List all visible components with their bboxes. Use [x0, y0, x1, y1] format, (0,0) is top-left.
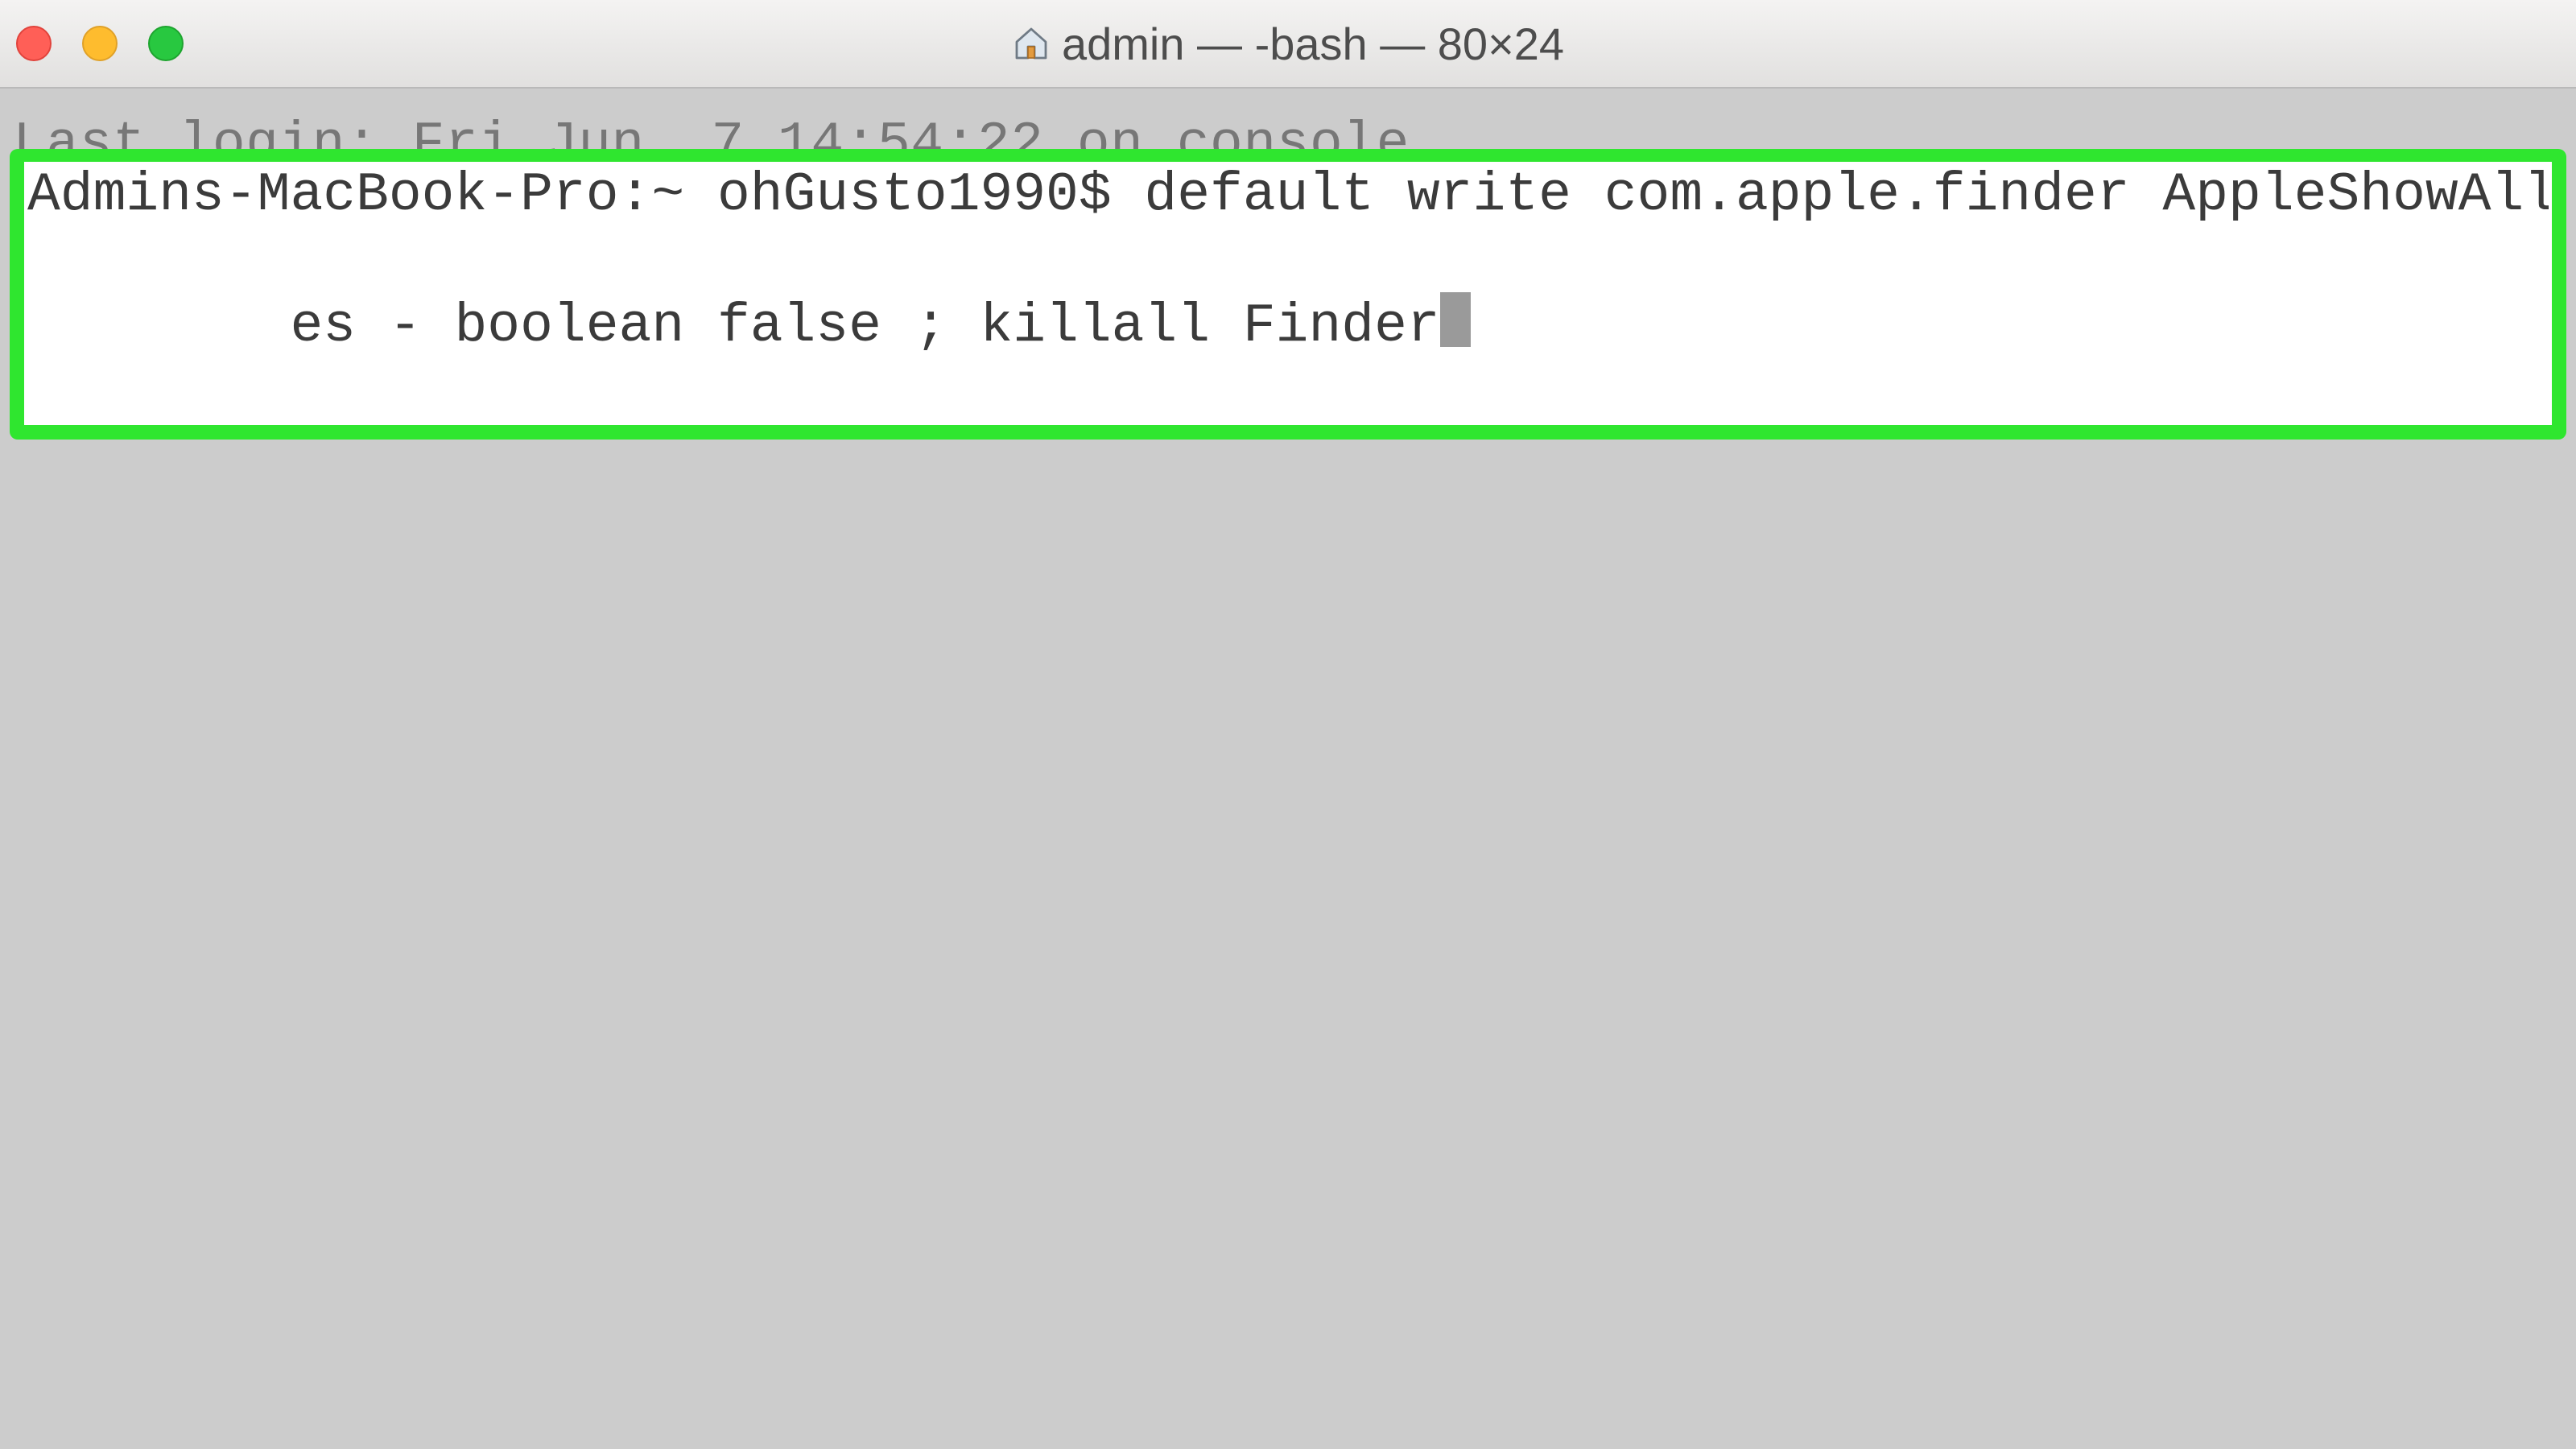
command-box: Admins-MacBook-Pro:~ ohGusto1990$ defaul… — [24, 162, 2552, 425]
home-folder-icon — [1012, 24, 1051, 63]
text-cursor — [1440, 292, 1471, 347]
command-line-2[interactable]: es - boolean false ; killall Finder — [27, 228, 2549, 423]
window-title-text: admin — -bash — 80×24 — [1062, 18, 1564, 70]
traffic-lights — [16, 26, 184, 61]
command-line-2-text: es - boolean false ; killall Finder — [290, 295, 1439, 357]
terminal-area[interactable]: Last login: Fri Jun 7 14:54:22 on consol… — [0, 89, 2576, 1449]
window-titlebar: admin — -bash — 80×24 — [0, 0, 2576, 89]
close-window-button[interactable] — [16, 26, 52, 61]
window-title: admin — -bash — 80×24 — [1012, 18, 1564, 70]
command-line-1[interactable]: Admins-MacBook-Pro:~ ohGusto1990$ defaul… — [27, 163, 2549, 228]
highlighted-command-band: Admins-MacBook-Pro:~ ohGusto1990$ defaul… — [10, 149, 2566, 440]
zoom-window-button[interactable] — [148, 26, 184, 61]
minimize-window-button[interactable] — [82, 26, 118, 61]
